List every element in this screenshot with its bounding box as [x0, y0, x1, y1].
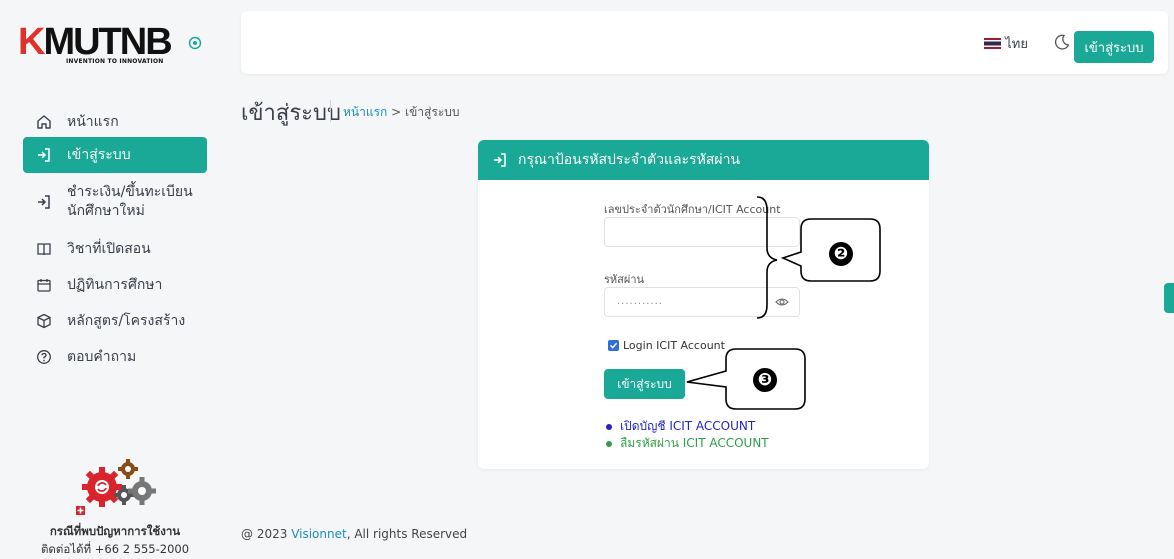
- calendar-icon: [35, 276, 53, 294]
- breadcrumb-home[interactable]: หน้าแรก: [343, 105, 387, 119]
- sidebar: KMUTNB INVENTION TO INNOVATION หน้าแรก เ…: [0, 0, 222, 556]
- sidebar-item-label-line1: ชำระเงิน/ขึ้นทะเบียน: [67, 184, 193, 200]
- sidebar-item-label-line2: นักศึกษาใหม่: [67, 203, 145, 219]
- username-input[interactable]: [604, 217, 800, 247]
- top-navbar: ไทย เข้าสู่ระบบ: [241, 11, 1168, 74]
- sidebar-item-home[interactable]: หน้าแรก: [23, 110, 207, 134]
- title-divider: [330, 100, 331, 122]
- show-password-eye-icon[interactable]: [775, 295, 789, 309]
- login-card-title: กรุณาป้อนรหัสประจำตัวและรหัสผ่าน: [518, 152, 740, 168]
- login-icit-label: Login ICIT Account: [623, 339, 725, 352]
- question-icon: [35, 348, 53, 366]
- bullet-dot: [606, 440, 612, 447]
- dark-mode-icon[interactable]: [1053, 33, 1071, 51]
- forgot-icit-password-link[interactable]: ลืมรหัสผ่าน ICIT ACCOUNT: [620, 434, 769, 453]
- forgot-icit-password-link-row[interactable]: ลืมรหัสผ่าน ICIT ACCOUNT: [606, 434, 769, 453]
- footer-rights: , All rights Reserved: [346, 527, 468, 541]
- sidebar-item-label: ปฏิทินการศึกษา: [67, 276, 163, 293]
- footer-brand-link[interactable]: Visionnet: [291, 527, 347, 541]
- language-switch[interactable]: ไทย: [984, 33, 1028, 54]
- support-title: กรณีที่พบปัญหาการใช้งาน: [49, 524, 181, 538]
- password-input[interactable]: ...........: [604, 287, 800, 317]
- language-label: ไทย: [1005, 37, 1028, 52]
- breadcrumb-separator: >: [391, 105, 402, 119]
- login-icon: [35, 146, 53, 164]
- login-icit-checkbox[interactable]: [608, 340, 619, 351]
- login-card-header: กรุณาป้อนรหัสประจำตัวและรหัสผ่าน: [478, 140, 929, 180]
- username-label: เลขประจำตัวนักศึกษา/ICIT Account: [604, 203, 781, 216]
- callout-3: ❸: [753, 368, 777, 392]
- sidebar-item-label: หน้าแรก: [67, 113, 119, 130]
- bullet-dot: [606, 423, 612, 430]
- logo-tagline: INVENTION TO INNOVATION: [66, 58, 164, 65]
- login-icon: [492, 152, 508, 168]
- sidebar-item-calendar[interactable]: ปฏิทินการศึกษา: [23, 273, 207, 297]
- sidebar-item-faq[interactable]: ตอบคำถาม: [23, 345, 207, 369]
- home-icon: [35, 113, 53, 131]
- sidebar-item-payment-registration[interactable]: ชำระเงิน/ขึ้นทะเบียน นักศึกษาใหม่: [23, 181, 207, 223]
- book-icon: [35, 240, 53, 258]
- breadcrumb-current: เข้าสู่ระบบ: [405, 105, 460, 119]
- callout-2: ❷: [829, 242, 853, 266]
- sidebar-item-label: วิชาที่เปิดสอน: [67, 240, 151, 257]
- sidebar-item-curriculum[interactable]: หลักสูตร/โครงสร้าง: [23, 309, 207, 333]
- sidebar-item-label: ตอบคำถาม: [67, 348, 137, 365]
- password-masked-value: ...........: [617, 296, 663, 307]
- page-title: เข้าสู่ระบบ: [241, 101, 341, 126]
- sidebar-item-login[interactable]: เข้าสู่ระบบ: [23, 137, 207, 173]
- sidebar-item-label: เข้าสู่ระบบ: [67, 146, 131, 163]
- top-login-button[interactable]: เข้าสู่ระบบ: [1074, 31, 1154, 63]
- target-icon[interactable]: [188, 36, 202, 50]
- support-contact: กรณีที่พบปัญหาการใช้งาน ติดต่อได้ที่ +66…: [30, 455, 200, 559]
- password-label: รหัสผ่าน: [604, 273, 645, 286]
- footer-copyright: @ 2023: [241, 527, 288, 541]
- sidebar-item-label: หลักสูตร/โครงสร้าง: [67, 312, 186, 329]
- gears-icon: [76, 459, 156, 515]
- sidebar-item-label-group: ชำระเงิน/ขึ้นทะเบียน นักศึกษาใหม่: [67, 183, 193, 221]
- login-card: กรุณาป้อนรหัสประจำตัวและรหัสผ่าน เลขประจ…: [478, 140, 929, 469]
- logo-wordmark: KMUTNB: [18, 21, 173, 63]
- thai-flag-icon: [984, 38, 1002, 49]
- sidebar-item-courses[interactable]: วิชาที่เปิดสอน: [23, 237, 207, 261]
- login-icit-checkbox-row[interactable]: Login ICIT Account: [608, 339, 725, 352]
- login-submit-button[interactable]: เข้าสู่ระบบ: [604, 369, 685, 399]
- cube-icon: [35, 312, 53, 330]
- breadcrumb: หน้าแรก > เข้าสู่ระบบ: [343, 103, 460, 122]
- login-icon: [35, 193, 53, 211]
- kmutnb-logo[interactable]: KMUTNB INVENTION TO INNOVATION: [18, 21, 178, 66]
- support-phone: ติดต่อได้ที่ +66 2 555-2000: [40, 542, 190, 556]
- side-drawer-tab[interactable]: [1164, 283, 1174, 313]
- footer: @ 2023 Visionnet, All rights Reserved: [241, 527, 467, 541]
